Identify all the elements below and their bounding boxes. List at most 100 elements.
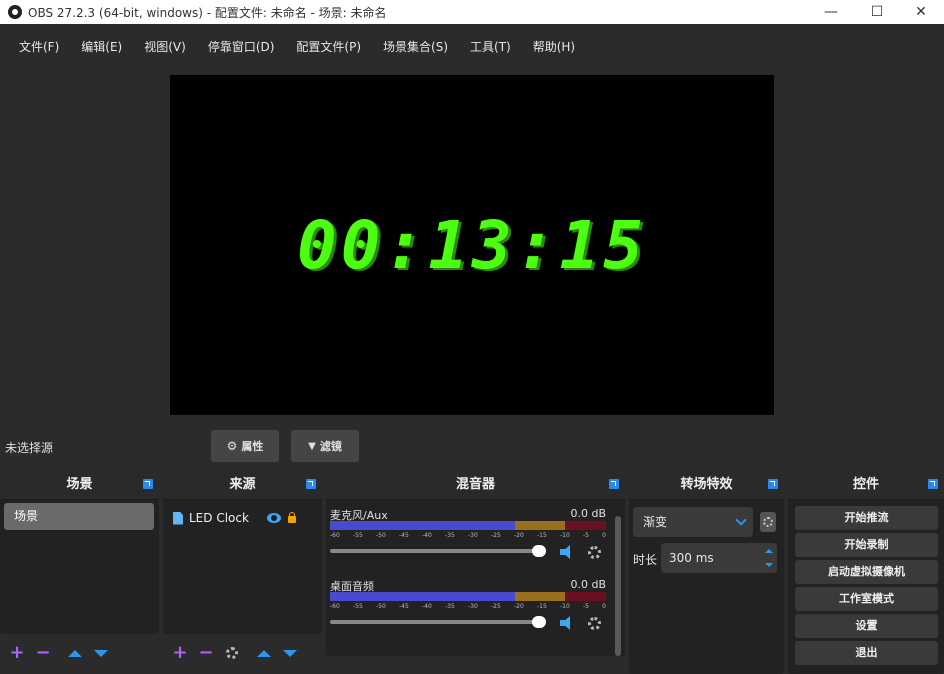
clock-text: 00:13:15 bbox=[297, 206, 647, 284]
source-properties-button[interactable] bbox=[219, 643, 245, 663]
source-name: LED Clock bbox=[189, 511, 249, 525]
arrow-up-icon bbox=[257, 649, 271, 657]
remove-source-button[interactable]: − bbox=[193, 643, 219, 663]
properties-label: 属性 bbox=[241, 440, 264, 453]
gear-icon bbox=[226, 647, 238, 659]
transition-settings-button[interactable] bbox=[760, 512, 776, 532]
controls-dock-header: 控件 bbox=[788, 470, 944, 500]
arrow-up-icon bbox=[68, 649, 82, 657]
scene-list-item[interactable]: 场景 bbox=[4, 503, 154, 530]
menu-edit[interactable]: 编辑(E) bbox=[70, 34, 133, 59]
menu-view[interactable]: 视图(V) bbox=[133, 34, 197, 59]
arrow-down-icon bbox=[94, 649, 108, 657]
scenes-title: 场景 bbox=[66, 477, 93, 492]
audio-mixer-dock: 混音器 麦克风/Aux 0.0 dB -60 -55 -50 -45 -40 -35 -30… bbox=[326, 470, 625, 656]
scenes-toolbar: + − bbox=[4, 642, 114, 664]
minus-icon: − bbox=[35, 642, 51, 663]
start-virtual-camera-button[interactable]: 启动虚拟摄像机 bbox=[795, 560, 938, 584]
menu-tools[interactable]: 工具(T) bbox=[459, 34, 522, 59]
transitions-dock-header: 转场特效 bbox=[629, 470, 784, 500]
file-icon bbox=[173, 511, 183, 525]
volume-slider-handle[interactable] bbox=[532, 616, 546, 628]
source-context-bar: 未选择源 ⚙ 属性 ▼ 滤镜 bbox=[0, 426, 944, 466]
mixer-title: 混音器 bbox=[455, 477, 495, 492]
channel-db: 0.0 dB bbox=[570, 507, 606, 520]
mixer-dock-header: 混音器 bbox=[326, 470, 625, 500]
transition-selected: 渐变 bbox=[643, 515, 668, 529]
gear-icon: ⚙ bbox=[226, 439, 238, 453]
controls-dock: 控件 开始推流 开始录制 启动虚拟摄像机 工作室模式 设置 退出 bbox=[788, 470, 944, 674]
preview-canvas[interactable]: 00:13:15 bbox=[170, 75, 774, 415]
exit-button[interactable]: 退出 bbox=[795, 641, 938, 665]
filter-icon: ▼ bbox=[308, 440, 316, 452]
title-bar: OBS 27.2.3 (64-bit, windows) - 配置文件: 未命名… bbox=[0, 0, 944, 24]
undock-icon[interactable] bbox=[143, 479, 153, 489]
undock-icon[interactable] bbox=[609, 479, 619, 489]
undock-icon[interactable] bbox=[768, 479, 778, 489]
duration-value: 300 ms bbox=[669, 551, 714, 565]
lock-icon[interactable] bbox=[287, 512, 297, 524]
studio-mode-button[interactable]: 工作室模式 bbox=[795, 587, 938, 611]
volume-meter bbox=[330, 521, 606, 530]
move-source-down-button[interactable] bbox=[277, 643, 303, 663]
menu-bar: 文件(F) 编辑(E) 视图(V) 停靠窗口(D) 配置文件(P) 场景集合(S… bbox=[0, 24, 944, 68]
eye-icon[interactable] bbox=[267, 513, 281, 523]
menu-scene-collection[interactable]: 场景集合(S) bbox=[372, 34, 459, 59]
sources-dock: 来源 LED Clock bbox=[163, 470, 322, 634]
obs-logo-icon bbox=[8, 5, 22, 19]
maximize-button[interactable]: ☐ bbox=[854, 0, 900, 24]
gear-icon[interactable] bbox=[588, 617, 601, 630]
speaker-mute-icon[interactable] bbox=[558, 545, 574, 559]
window-title: OBS 27.2.3 (64-bit, windows) - 配置文件: 未命名… bbox=[28, 5, 387, 20]
chevron-down-icon bbox=[735, 514, 747, 526]
duration-spinbox[interactable]: 300 ms bbox=[661, 543, 777, 573]
speaker-mute-icon[interactable] bbox=[558, 616, 574, 630]
undock-icon[interactable] bbox=[306, 479, 316, 489]
plus-icon: + bbox=[172, 642, 188, 663]
volume-slider[interactable] bbox=[330, 545, 546, 557]
gear-icon[interactable] bbox=[588, 546, 601, 559]
settings-button[interactable]: 设置 bbox=[795, 614, 938, 638]
add-source-button[interactable]: + bbox=[167, 643, 193, 663]
move-scene-up-button[interactable] bbox=[62, 643, 88, 663]
mixer-scrollbar[interactable] bbox=[615, 516, 621, 656]
scenes-dock-header: 场景 bbox=[0, 470, 159, 500]
properties-button[interactable]: ⚙ 属性 bbox=[211, 430, 279, 462]
arrow-down-icon bbox=[283, 649, 297, 657]
source-list-item[interactable]: LED Clock bbox=[173, 508, 319, 528]
filters-label: 滤镜 bbox=[319, 440, 342, 453]
undock-icon[interactable] bbox=[928, 479, 938, 489]
menu-file[interactable]: 文件(F) bbox=[8, 34, 70, 59]
sources-toolbar: + − bbox=[167, 642, 303, 664]
minus-icon: − bbox=[198, 642, 214, 663]
volume-meter bbox=[330, 592, 606, 601]
led-clock-display: 00:13:15 bbox=[170, 75, 774, 415]
controls-title: 控件 bbox=[852, 477, 879, 492]
transition-select[interactable]: 渐变 bbox=[633, 507, 753, 537]
start-streaming-button[interactable]: 开始推流 bbox=[795, 506, 938, 530]
sources-dock-header: 来源 bbox=[163, 470, 322, 500]
volume-slider-handle[interactable] bbox=[532, 545, 546, 557]
spin-down-icon[interactable] bbox=[765, 563, 773, 567]
no-source-selected-label: 未选择源 bbox=[5, 441, 54, 455]
spin-up-icon[interactable] bbox=[765, 549, 773, 553]
meter-scale: -60 -55 -50 -45 -40 -35 -30 -25 -20 -15 -10 -5 0 bbox=[330, 603, 606, 610]
start-recording-button[interactable]: 开始录制 bbox=[795, 533, 938, 557]
volume-slider[interactable] bbox=[330, 616, 546, 628]
channel-db: 0.0 dB bbox=[570, 578, 606, 591]
scenes-dock: 场景 场景 bbox=[0, 470, 159, 634]
transitions-title: 转场特效 bbox=[680, 477, 733, 492]
duration-label: 时长 bbox=[633, 553, 658, 567]
remove-scene-button[interactable]: − bbox=[30, 643, 56, 663]
filters-button[interactable]: ▼ 滤镜 bbox=[291, 430, 359, 462]
move-source-up-button[interactable] bbox=[251, 643, 277, 663]
add-scene-button[interactable]: + bbox=[4, 643, 30, 663]
minimize-button[interactable]: — bbox=[808, 0, 854, 24]
menu-profile[interactable]: 配置文件(P) bbox=[285, 34, 372, 59]
menu-docks[interactable]: 停靠窗口(D) bbox=[197, 34, 286, 59]
meter-scale: -60 -55 -50 -45 -40 -35 -30 -25 -20 -15 -10 -5 0 bbox=[330, 532, 606, 539]
close-button[interactable]: ✕ bbox=[898, 0, 944, 24]
move-scene-down-button[interactable] bbox=[88, 643, 114, 663]
sources-title: 来源 bbox=[229, 477, 256, 492]
menu-help[interactable]: 帮助(H) bbox=[522, 34, 586, 59]
